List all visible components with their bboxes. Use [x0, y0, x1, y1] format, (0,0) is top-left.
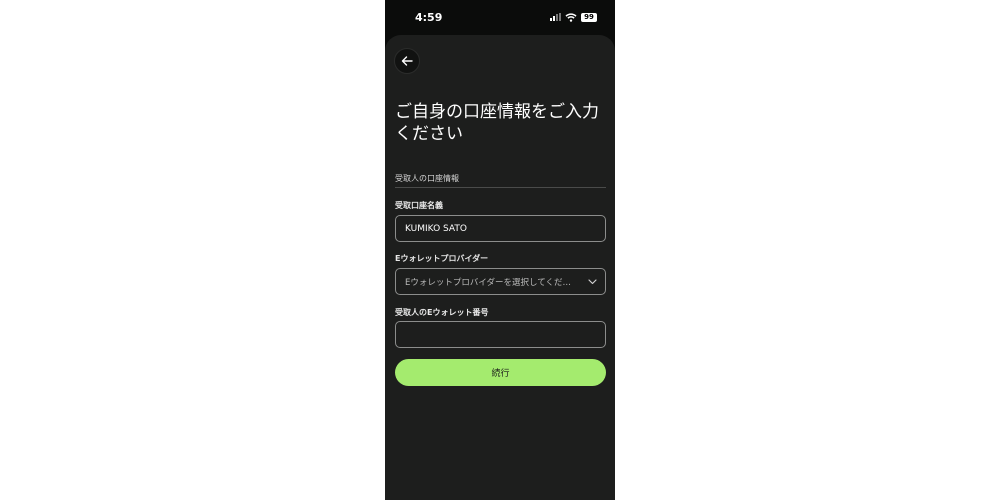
status-icons: 99: [550, 11, 597, 23]
provider-select[interactable]: Eウォレットプロバイダーを選択してくだ…: [395, 268, 606, 295]
account-name-label: 受取口座名義: [395, 201, 443, 210]
wallet-number-input[interactable]: [395, 321, 606, 348]
continue-button[interactable]: 続行: [395, 359, 606, 386]
status-bar: 4:59 99: [385, 0, 615, 34]
page-title: ご自身の口座情報をご入力ください: [395, 102, 599, 144]
arrow-left-icon: [401, 56, 413, 66]
wifi-icon: [565, 12, 577, 22]
wallet-number-label: 受取人のEウォレット番号: [395, 308, 489, 317]
status-time: 4:59: [415, 11, 443, 24]
provider-label: Eウォレットプロバイダー: [395, 254, 489, 263]
back-button[interactable]: [394, 48, 420, 74]
form-sheet: ご自身の口座情報をご入力ください 受取人の口座情報 受取口座名義 Eウォレットプ…: [385, 35, 615, 500]
chevron-down-icon: [588, 278, 597, 284]
section-label: 受取人の口座情報: [395, 174, 459, 183]
battery-icon: 99: [581, 12, 597, 22]
provider-select-placeholder: Eウォレットプロバイダーを選択してくだ…: [405, 277, 572, 288]
account-name-input[interactable]: [395, 215, 606, 242]
signal-icon: [550, 13, 561, 21]
section-divider: [395, 187, 606, 188]
phone-screen: 4:59 99 ご自身の口座情報をご入力ください 受取人の口座情報 受取口座名義…: [385, 0, 615, 500]
